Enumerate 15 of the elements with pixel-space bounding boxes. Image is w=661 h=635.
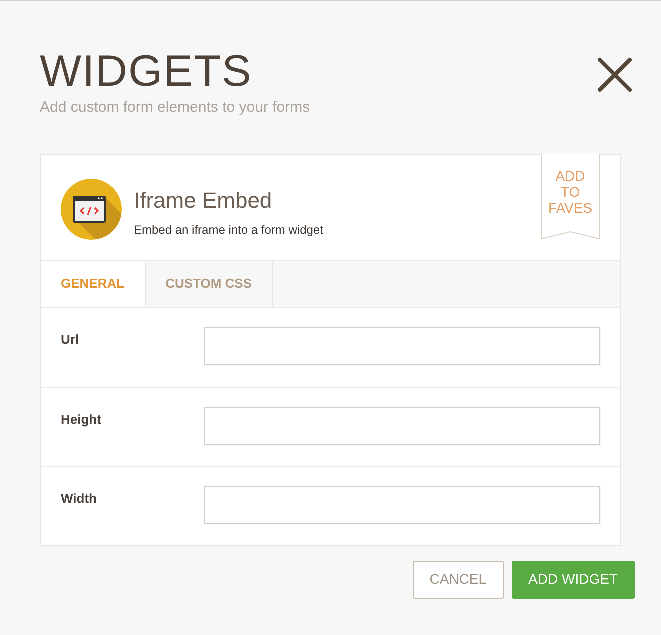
- cancel-button[interactable]: CANCEL: [412, 560, 504, 598]
- field-label: Width: [61, 490, 97, 508]
- field-label: Height: [61, 410, 102, 429]
- widget-description: Embed an iframe into a form widget: [134, 222, 324, 238]
- tab[interactable]: GENERAL: [41, 260, 146, 306]
- add-widget-button[interactable]: ADD WIDGET: [512, 560, 635, 598]
- input-field[interactable]: [204, 326, 600, 364]
- close-icon[interactable]: [597, 57, 633, 93]
- input-field[interactable]: [204, 406, 600, 444]
- page-title: WIDGETS: [40, 49, 254, 95]
- page-subtitle: Add custom form elements to your forms: [40, 98, 310, 118]
- field-label: Url: [61, 330, 80, 348]
- widget-name: Iframe Embed: [134, 186, 274, 214]
- input-field[interactable]: [204, 486, 600, 524]
- add-to-faves-ribbon[interactable]: ADD TO FAVES: [541, 154, 600, 240]
